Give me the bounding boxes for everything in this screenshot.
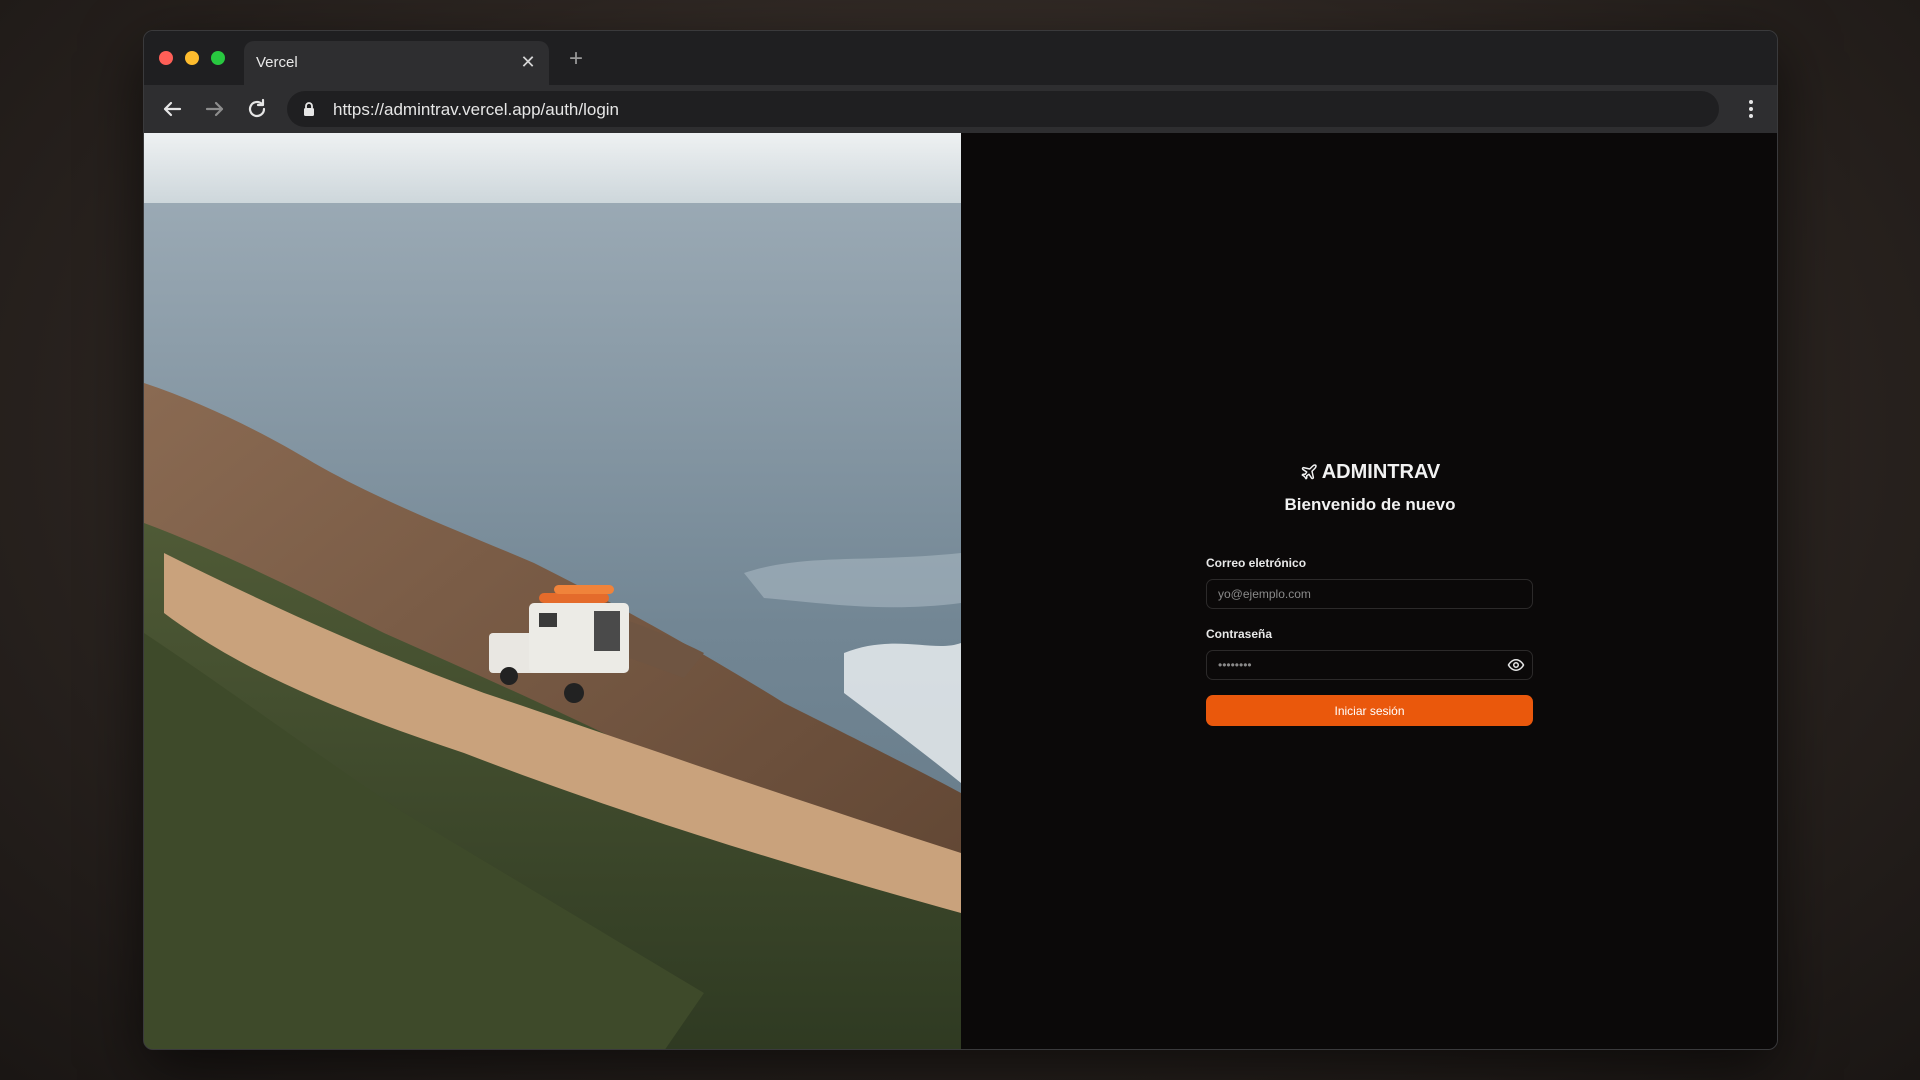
reload-icon[interactable] (243, 95, 271, 123)
minimize-window-button[interactable] (185, 51, 199, 65)
browser-tab[interactable]: Vercel ✕ (244, 41, 549, 85)
brand-logo: ADMINTRAV (961, 461, 1777, 484)
email-label: Correo eletrónico (1206, 556, 1307, 570)
close-window-button[interactable] (159, 51, 173, 65)
browser-toolbar: https://admintrav.vercel.app/auth/login (144, 85, 1777, 133)
login-button[interactable]: Iniciar sesión (1206, 695, 1533, 726)
address-bar[interactable]: https://admintrav.vercel.app/auth/login (287, 91, 1719, 127)
hero-image (144, 133, 961, 1049)
arrow-left-icon[interactable] (158, 95, 186, 123)
login-panel: ADMINTRAV Bienvenido de nuevo Correo ele… (961, 133, 1777, 1049)
email-field[interactable] (1206, 579, 1533, 609)
url-text[interactable]: https://admintrav.vercel.app/auth/login (333, 100, 619, 120)
lock-icon (301, 101, 317, 117)
tab-title: Vercel (256, 54, 298, 71)
page-content: ADMINTRAV Bienvenido de nuevo Correo ele… (144, 133, 1777, 1049)
brand-name: ADMINTRAV (1321, 461, 1441, 483)
browser-window: Vercel ✕ + https://admintrav.vercel.app/… (143, 30, 1778, 1050)
airplane-icon (1300, 463, 1318, 481)
close-icon[interactable]: ✕ (517, 51, 539, 73)
password-field[interactable] (1206, 650, 1533, 680)
eye-icon[interactable] (1507, 657, 1525, 673)
plus-icon[interactable]: + (564, 47, 588, 71)
welcome-heading: Bienvenido de nuevo (1284, 495, 1456, 514)
tab-bar: Vercel ✕ + (144, 31, 1777, 85)
maximize-window-button[interactable] (211, 51, 225, 65)
more-vertical-icon[interactable] (1739, 95, 1763, 123)
password-label: Contraseña (1206, 627, 1273, 641)
arrow-right-icon[interactable] (201, 95, 229, 123)
